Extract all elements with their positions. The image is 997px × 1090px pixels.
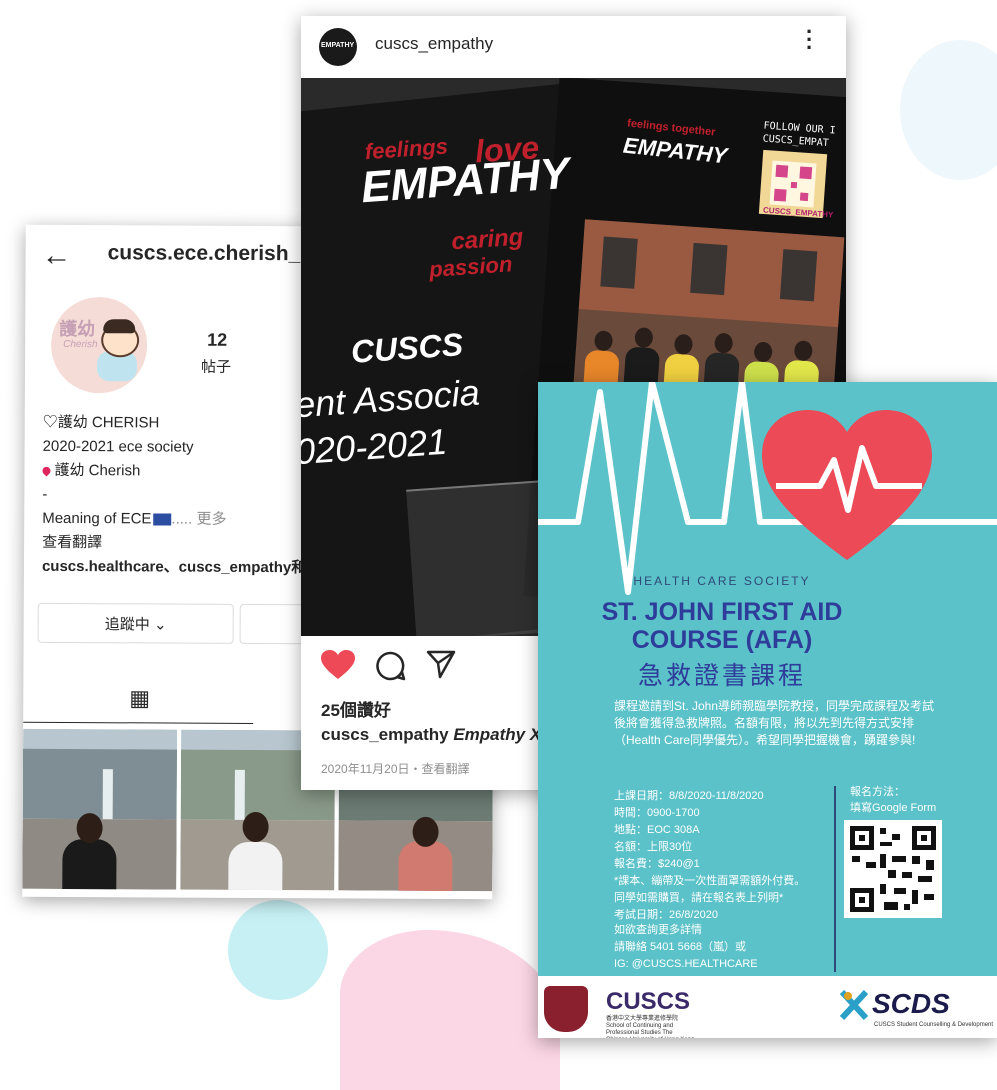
follow-us-text: FOLLOW OUR I CUSCS_EMPAT	[762, 120, 836, 150]
cuscs-text: CUSCS	[349, 326, 465, 370]
detail-line: 地點：EOC 308A	[614, 824, 700, 836]
post-date-line: 2020年11月20日・查看翻譯	[321, 760, 470, 777]
registration-label: 報名方法：	[850, 786, 905, 798]
baby-illustration-hair	[103, 319, 136, 334]
society-name: HEALTH CARE SOCIETY	[633, 574, 811, 588]
cuscs-logo-text: CUSCS	[606, 988, 691, 1015]
back-arrow-icon[interactable]: ←	[42, 239, 72, 273]
grid-icon[interactable]: ▦	[129, 685, 150, 711]
avatar-logo-sub: Cherish	[63, 338, 98, 351]
bio-line: -	[42, 485, 48, 503]
translate-link[interactable]: ・查看翻譯	[410, 762, 470, 776]
post-username[interactable]: cuscs_empathy	[375, 34, 493, 54]
posts-label: 帖子	[200, 358, 232, 376]
tab-indicator	[23, 721, 254, 724]
detail-line: 時間：0900-1700	[614, 807, 700, 819]
followed-by-text[interactable]: cuscs.healthcare、cuscs_empathy和	[42, 555, 306, 580]
scds-logo-text: SCDS	[872, 988, 950, 1019]
bio-line-location: 護幼 Cherish	[40, 459, 306, 484]
poster-footer: CUSCS 香港中文大學專業進修學院 School of Continuing …	[538, 976, 997, 1038]
cuhk-crest-icon	[544, 986, 588, 1032]
scds-logo-icon	[840, 990, 868, 1020]
registration-method: 填寫Google Form	[850, 802, 937, 814]
post-header: EMPATHY cuscs_empathy · · ·	[301, 16, 846, 76]
share-icon[interactable]	[425, 648, 457, 685]
caption-username[interactable]: cuscs_empathy	[321, 725, 449, 744]
avatar[interactable]: 護幼 Cherish	[50, 296, 148, 394]
profile-username: cuscs.ece.cherish_	[107, 241, 301, 266]
decorative-blob-cyan	[228, 900, 328, 1000]
bio-line: 2020-2021 ece society	[42, 437, 194, 456]
detail-line: 報名費：$240@1	[614, 858, 700, 870]
course-title-chinese: 急救證書課程	[637, 662, 806, 690]
post-avatar[interactable]: EMPATHY	[319, 28, 357, 66]
course-intro: 課程邀請到St. John導師親臨學院教授，同學完成課程及考試後將會獲得急救牌照…	[614, 699, 935, 747]
bio-line-meaning: Meaning of ECE..... 更多	[42, 509, 227, 528]
first-aid-course-poster: HEALTH CARE SOCIETY ST. JOHN FIRST AID C…	[538, 382, 997, 1038]
course-details: 上課日期：8/8/2020-11/8/2020 時間：0900-1700 地點：…	[614, 788, 805, 924]
post-date: 2020年11月20日	[321, 762, 410, 776]
posts-count[interactable]: 12	[207, 330, 227, 351]
grid-thumbnail[interactable]	[22, 728, 178, 890]
profile-bio: ♡護幼 CHERISH 2020-2021 ece society 護幼 Che…	[40, 411, 307, 580]
bio-name: ♡護幼 CHERISH	[42, 413, 160, 432]
following-button[interactable]: 追蹤中 ⌄	[37, 602, 234, 644]
decorative-blob-light	[900, 40, 997, 180]
bio-more-link[interactable]: ..... 更多	[171, 511, 226, 528]
cuscs-logo-subtitle: 香港中文大學專業進修學院 School of Continuing and Pr…	[606, 1016, 694, 1038]
contact-line: IG: @CUSCS.HEALTHCARE	[614, 958, 758, 970]
avatar-logo-text: 護幼	[59, 318, 96, 340]
pin-icon	[40, 465, 53, 477]
registration-qr-code[interactable]	[844, 820, 942, 918]
post-caption: cuscs_empathy Empathy X	[321, 725, 541, 745]
more-options-icon[interactable]: · · ·	[806, 21, 813, 59]
registration-info: 報名方法： 填寫Google Form	[850, 784, 936, 816]
contact-line: 如欲查詢更多詳情	[614, 924, 702, 936]
like-heart-icon[interactable]	[321, 650, 355, 685]
flag-emoji-icon	[153, 513, 172, 526]
divider	[834, 786, 836, 972]
detail-line: 上課日期：8/8/2020-11/8/2020	[614, 790, 764, 802]
caption-text: Empathy X	[453, 725, 542, 744]
decorative-blob-pink	[340, 930, 560, 1090]
detail-line: 名額：上限30位	[614, 841, 693, 853]
likes-count[interactable]: 25個讚好	[321, 696, 391, 721]
comment-icon[interactable]	[375, 650, 407, 687]
detail-line: 同學如需購買，請在報名表上列明*	[614, 892, 784, 904]
contact-info: 如欲查詢更多詳情 請聯絡 5401 5668（嵐）或 IG: @CUSCS.HE…	[614, 922, 758, 973]
detail-line: *課本、繃帶及一次性面罩需額外付費。	[614, 875, 806, 887]
heart-heartbeat-icon	[762, 410, 932, 560]
translate-link[interactable]: 查看翻譯	[42, 531, 306, 556]
course-title: ST. JOHN FIRST AID COURSE (AFA)	[601, 598, 843, 654]
scds-logo-subtitle: CUSCS Student Counselling & Development	[874, 1022, 994, 1028]
contact-line: 請聯絡 5401 5668（嵐）或	[614, 941, 747, 953]
